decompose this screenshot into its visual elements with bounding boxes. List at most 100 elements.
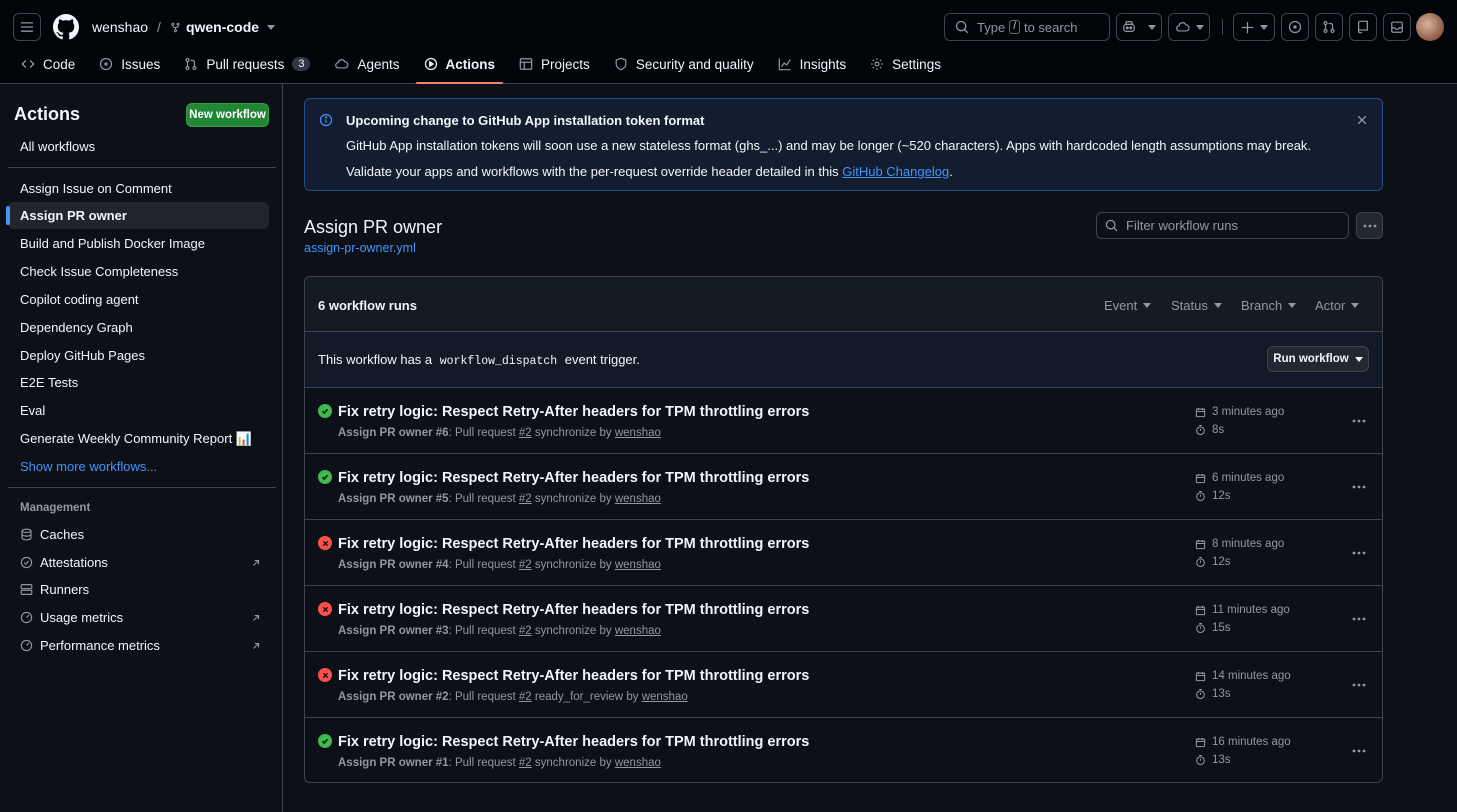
new-workflow-button[interactable]: New workflow: [186, 103, 269, 127]
banner-text-suffix: .: [949, 164, 953, 179]
pull-request-link[interactable]: #2: [519, 493, 532, 505]
tab-settings[interactable]: Settings: [862, 50, 949, 78]
tab-pull-requests[interactable]: Pull requests 3: [176, 50, 318, 78]
sidebar-workflow-item[interactable]: Copilot coding agent: [8, 286, 269, 313]
repo-name-link[interactable]: qwen-code: [170, 19, 276, 35]
tab-issues[interactable]: Issues: [91, 50, 168, 78]
sidebar-workflow-item-active[interactable]: Assign PR owner: [6, 202, 269, 229]
user-avatar[interactable]: [1416, 13, 1444, 41]
tab-security[interactable]: Security and quality: [606, 50, 762, 78]
workflow-run-row[interactable]: Fix retry logic: Respect Retry-After hea…: [305, 586, 1382, 652]
close-icon[interactable]: [1356, 113, 1368, 129]
pull-request-link[interactable]: #2: [519, 427, 532, 439]
tab-actions[interactable]: Actions: [415, 50, 504, 84]
actor-link[interactable]: wenshao: [615, 559, 661, 571]
event-filter-dropdown[interactable]: Event: [1104, 298, 1152, 313]
sidebar-workflow-item[interactable]: Generate Weekly Community Report 📊: [8, 425, 269, 452]
actor-filter-dropdown[interactable]: Actor: [1315, 298, 1360, 313]
global-search[interactable]: Type / to search: [944, 13, 1110, 41]
sidebar-item-attestations[interactable]: Attestations: [8, 549, 269, 576]
sidebar-workflow-item[interactable]: Build and Publish Docker Image: [8, 230, 269, 257]
repositories-button[interactable]: [1349, 13, 1377, 41]
run-title-link[interactable]: Fix retry logic: Respect Retry-After hea…: [338, 602, 809, 618]
workflow-options-button[interactable]: [1356, 212, 1383, 239]
workflow-run-row[interactable]: Fix retry logic: Respect Retry-After hea…: [305, 454, 1382, 520]
actor-link[interactable]: wenshao: [615, 757, 661, 769]
workflow-run-row[interactable]: Fix retry logic: Respect Retry-After hea…: [305, 718, 1382, 782]
chevron-down-icon[interactable]: [267, 24, 276, 30]
github-changelog-link[interactable]: GitHub Changelog: [842, 164, 949, 179]
tab-projects[interactable]: Projects: [511, 50, 598, 78]
copilot-button[interactable]: [1116, 13, 1162, 41]
run-options-button[interactable]: [1352, 674, 1366, 692]
actor-link[interactable]: wenshao: [642, 691, 688, 703]
chevron-down-icon: [1148, 24, 1156, 30]
filter-workflow-runs-input[interactable]: Filter workflow runs: [1096, 212, 1349, 239]
show-more-workflows-link[interactable]: Show more workflows...: [8, 453, 269, 480]
sidebar-workflow-item[interactable]: E2E Tests: [8, 369, 269, 396]
calendar-icon: [1195, 605, 1206, 616]
tab-label: Projects: [541, 56, 590, 72]
sidebar-workflow-item[interactable]: Check Issue Completeness: [8, 258, 269, 285]
pull-request-link[interactable]: #2: [519, 757, 532, 769]
sidebar-workflow-item[interactable]: Dependency Graph: [8, 314, 269, 341]
sidebar-item-runners[interactable]: Runners: [8, 576, 269, 603]
run-options-button[interactable]: [1352, 740, 1366, 758]
run-title-link[interactable]: Fix retry logic: Respect Retry-After hea…: [338, 404, 809, 420]
run-timestamp: 16 minutes ago: [1195, 736, 1291, 748]
workflow-run-row[interactable]: Fix retry logic: Respect Retry-After hea…: [305, 388, 1382, 454]
sidebar-item-all-workflows[interactable]: All workflows: [8, 133, 269, 160]
repo-owner-link[interactable]: wenshao: [92, 19, 148, 35]
stopwatch-icon: [1195, 556, 1206, 568]
sidebar-item-usage-metrics[interactable]: Usage metrics: [8, 604, 269, 631]
server-icon: [20, 583, 33, 596]
breadcrumb-separator: /: [157, 19, 161, 35]
tab-insights[interactable]: Insights: [770, 50, 855, 78]
issues-button[interactable]: [1281, 13, 1309, 41]
check-circle-icon: [318, 734, 332, 748]
hamburger-icon: [20, 22, 34, 32]
tab-label: Pull requests: [206, 56, 285, 72]
pull-request-link[interactable]: #2: [519, 559, 532, 571]
run-options-button[interactable]: [1352, 608, 1366, 626]
database-icon: [20, 528, 33, 541]
sidebar-workflow-item[interactable]: Eval: [8, 397, 269, 424]
codespaces-button[interactable]: [1168, 13, 1210, 41]
status-filter-dropdown[interactable]: Status: [1171, 298, 1222, 313]
workflow-run-row[interactable]: Fix retry logic: Respect Retry-After hea…: [305, 520, 1382, 586]
branch-filter-dropdown[interactable]: Branch: [1241, 298, 1297, 313]
repo-fork-icon: [171, 22, 180, 32]
menu-button[interactable]: [13, 13, 41, 41]
tab-agents[interactable]: Agents: [326, 50, 407, 78]
run-title-link[interactable]: Fix retry logic: Respect Retry-After hea…: [338, 668, 809, 684]
header-divider: [1222, 19, 1223, 35]
pull-request-link[interactable]: #2: [519, 625, 532, 637]
run-workflow-name: Assign PR owner: [338, 691, 433, 703]
run-duration-value: 13s: [1212, 688, 1231, 700]
run-duration: 12s: [1195, 556, 1231, 568]
workflow-run-row[interactable]: Fix retry logic: Respect Retry-After hea…: [305, 652, 1382, 718]
sidebar-item-performance-metrics[interactable]: Performance metrics: [8, 632, 269, 659]
pull-requests-button[interactable]: [1315, 13, 1343, 41]
pull-request-link[interactable]: #2: [519, 691, 532, 703]
run-workflow-button[interactable]: Run workflow: [1267, 346, 1369, 372]
pull-request-icon: [184, 57, 198, 71]
sidebar-workflow-item[interactable]: Assign Issue on Comment: [8, 175, 269, 202]
run-options-button[interactable]: [1352, 476, 1366, 494]
run-options-button[interactable]: [1352, 542, 1366, 560]
create-new-button[interactable]: [1233, 13, 1275, 41]
workflow-file-link[interactable]: assign-pr-owner.yml: [304, 241, 416, 255]
github-logo-icon[interactable]: [53, 14, 79, 40]
run-options-button[interactable]: [1352, 410, 1366, 428]
actor-link[interactable]: wenshao: [615, 493, 661, 505]
sidebar-workflow-item[interactable]: Deploy GitHub Pages: [8, 342, 269, 369]
dispatch-code: workflow_dispatch: [439, 355, 558, 368]
inbox-button[interactable]: [1383, 13, 1411, 41]
actor-link[interactable]: wenshao: [615, 625, 661, 637]
run-title-link[interactable]: Fix retry logic: Respect Retry-After hea…: [338, 734, 809, 750]
sidebar-item-caches[interactable]: Caches: [8, 521, 269, 548]
actor-link[interactable]: wenshao: [615, 427, 661, 439]
tab-code[interactable]: Code: [13, 50, 83, 78]
run-title-link[interactable]: Fix retry logic: Respect Retry-After hea…: [338, 470, 809, 486]
run-title-link[interactable]: Fix retry logic: Respect Retry-After hea…: [338, 536, 809, 552]
